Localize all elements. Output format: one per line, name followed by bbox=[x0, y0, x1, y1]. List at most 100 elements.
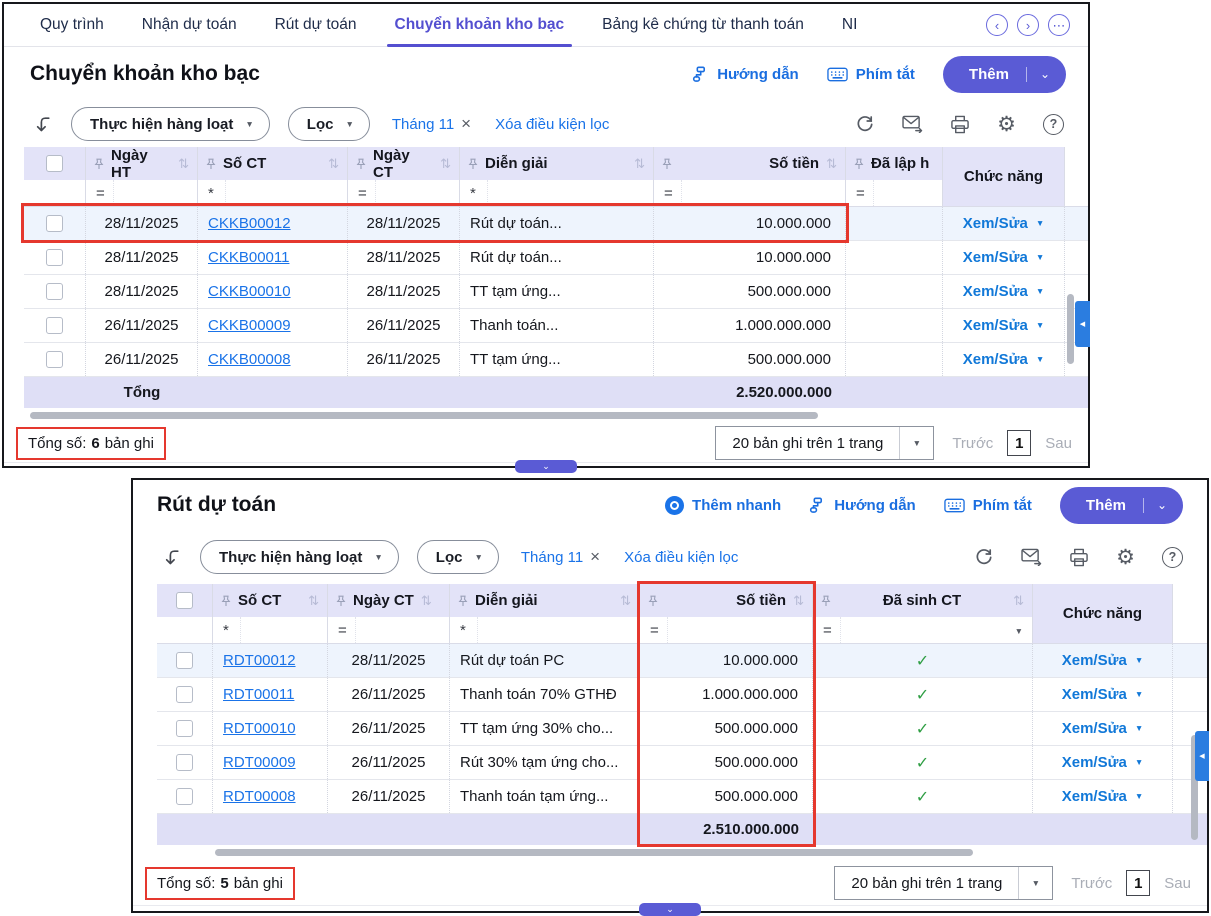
pin-icon[interactable] bbox=[336, 595, 346, 607]
filter-dropdown[interactable]: Lọc ▼ bbox=[288, 107, 370, 141]
filter-operator[interactable]: = bbox=[358, 185, 375, 202]
filter-cell[interactable]: * bbox=[213, 617, 327, 643]
close-icon[interactable]: × bbox=[461, 114, 471, 134]
filter-input[interactable] bbox=[113, 180, 197, 206]
column-header-dien-giai[interactable]: Diễn giải ⇅ bbox=[460, 147, 653, 180]
add-button[interactable]: Thêm ⌄ bbox=[1060, 487, 1183, 524]
view-edit-button[interactable]: Xem/Sửa▼ bbox=[1062, 652, 1143, 669]
filter-operator[interactable]: = bbox=[650, 622, 667, 639]
row-checkbox[interactable] bbox=[176, 788, 193, 805]
filter-cell[interactable]: * bbox=[460, 180, 653, 206]
document-link[interactable]: CKKB00009 bbox=[208, 317, 291, 334]
chevron-down-icon[interactable]: ⌄ bbox=[1157, 499, 1167, 511]
filter-operator[interactable]: = bbox=[823, 622, 840, 639]
current-page[interactable]: 1 bbox=[1007, 430, 1031, 456]
row-checkbox[interactable] bbox=[46, 317, 63, 334]
column-header-da-sinh-ct[interactable]: Đã sinh CT ⇅ bbox=[813, 584, 1032, 617]
document-link[interactable]: RDT00010 bbox=[223, 720, 296, 737]
row-checkbox[interactable] bbox=[46, 351, 63, 368]
filter-input[interactable] bbox=[355, 617, 449, 643]
filter-chip-month[interactable]: Tháng 11 × bbox=[392, 114, 471, 134]
table-row[interactable]: RDT00011 26/11/2025 Thanh toán 70% GTHĐ … bbox=[157, 678, 1207, 712]
filter-operator[interactable]: * bbox=[223, 622, 240, 639]
filter-cell[interactable]: =▼ bbox=[813, 617, 1032, 643]
tab-quy-trinh[interactable]: Quy trình bbox=[40, 4, 104, 46]
document-link[interactable]: CKKB00012 bbox=[208, 215, 291, 232]
filter-cell[interactable]: * bbox=[450, 617, 639, 643]
column-header-ngay-ct[interactable]: Ngày CT ⇅ bbox=[328, 584, 449, 617]
clear-filters-link[interactable]: Xóa điều kiện lọc bbox=[495, 116, 609, 133]
pin-icon[interactable] bbox=[821, 595, 831, 607]
batch-actions-dropdown[interactable]: Thực hiện hàng loạt ▼ bbox=[71, 107, 270, 141]
filter-cell[interactable]: * bbox=[198, 180, 347, 206]
pin-icon[interactable] bbox=[648, 595, 658, 607]
filter-cell[interactable]: = bbox=[86, 180, 197, 206]
page-size-select[interactable]: 20 bản ghi trên 1 trang ▼ bbox=[834, 866, 1053, 900]
tabs-prev-button[interactable]: ‹ bbox=[986, 14, 1008, 36]
tabs-next-button[interactable]: › bbox=[1017, 14, 1039, 36]
gear-icon[interactable]: ⚙ bbox=[997, 114, 1016, 135]
filter-operator[interactable]: * bbox=[208, 185, 225, 202]
horizontal-scrollbar[interactable] bbox=[24, 412, 1088, 424]
filter-cell[interactable]: = bbox=[328, 617, 449, 643]
tab-rut-du-toan[interactable]: Rút dự toán bbox=[275, 4, 357, 46]
refresh-icon[interactable] bbox=[855, 114, 875, 134]
sort-icon[interactable]: ⇅ bbox=[634, 156, 645, 172]
view-edit-button[interactable]: Xem/Sửa▼ bbox=[1062, 754, 1143, 771]
view-edit-button[interactable]: Xem/Sửa▼ bbox=[963, 317, 1044, 334]
table-row[interactable]: 28/11/2025 CKKB00011 28/11/2025 Rút dự t… bbox=[24, 241, 1088, 275]
filter-operator[interactable]: = bbox=[96, 185, 113, 202]
column-header-so-ct[interactable]: Số CT ⇅ bbox=[198, 147, 347, 180]
document-link[interactable]: RDT00012 bbox=[223, 652, 296, 669]
vertical-scrollbar[interactable] bbox=[1067, 294, 1074, 364]
filter-cell[interactable]: = bbox=[654, 180, 845, 206]
sort-icon[interactable]: ⇅ bbox=[793, 593, 804, 609]
filter-operator[interactable]: * bbox=[470, 185, 487, 202]
row-checkbox[interactable] bbox=[176, 720, 193, 737]
column-header-so-tien[interactable]: Số tiền ⇅ bbox=[654, 147, 845, 180]
pin-icon[interactable] bbox=[206, 158, 216, 170]
column-header-ngay-ht[interactable]: Ngày HT ⇅ bbox=[86, 147, 197, 180]
pin-icon[interactable] bbox=[356, 158, 366, 170]
add-button[interactable]: Thêm ⌄ bbox=[943, 56, 1066, 93]
shortcut-link[interactable]: Phím tắt bbox=[944, 497, 1032, 514]
row-checkbox[interactable] bbox=[46, 215, 63, 232]
row-checkbox[interactable] bbox=[46, 249, 63, 266]
filter-input[interactable] bbox=[667, 617, 812, 643]
document-link[interactable]: RDT00008 bbox=[223, 788, 296, 805]
guide-link[interactable]: Hướng dẫn bbox=[692, 66, 799, 83]
document-link[interactable]: RDT00011 bbox=[223, 686, 294, 703]
view-edit-button[interactable]: Xem/Sửa▼ bbox=[1062, 788, 1143, 805]
help-icon[interactable]: ? bbox=[1162, 547, 1183, 568]
prev-page-button[interactable]: Trước bbox=[952, 435, 993, 452]
next-page-button[interactable]: Sau bbox=[1045, 435, 1072, 452]
horizontal-scrollbar[interactable] bbox=[157, 849, 1207, 861]
sort-icon[interactable]: ⇅ bbox=[620, 593, 631, 609]
filter-operator[interactable]: = bbox=[338, 622, 355, 639]
table-row[interactable]: 28/11/2025 CKKB00012 28/11/2025 Rút dự t… bbox=[24, 207, 1088, 241]
pin-icon[interactable] bbox=[662, 158, 672, 170]
filter-operator[interactable]: = bbox=[664, 185, 681, 202]
help-icon[interactable]: ? bbox=[1043, 114, 1064, 135]
pin-icon[interactable] bbox=[94, 158, 104, 170]
table-row[interactable]: RDT00009 26/11/2025 Rút 30% tạm ứng cho.… bbox=[157, 746, 1207, 780]
select-all-checkbox[interactable] bbox=[46, 155, 63, 172]
batch-actions-dropdown[interactable]: Thực hiện hàng loạt ▼ bbox=[200, 540, 399, 574]
tab-bang-ke-chung-tu[interactable]: Bảng kê chứng từ thanh toán bbox=[602, 4, 804, 46]
mail-send-icon[interactable] bbox=[902, 115, 923, 133]
column-header-ngay-ct[interactable]: Ngày CT ⇅ bbox=[348, 147, 459, 180]
shortcut-link[interactable]: Phím tắt bbox=[827, 66, 915, 83]
next-page-button[interactable]: Sau bbox=[1164, 875, 1191, 892]
row-checkbox[interactable] bbox=[176, 686, 193, 703]
filter-input[interactable] bbox=[840, 617, 1006, 643]
sort-icon[interactable]: ⇅ bbox=[826, 156, 837, 172]
filter-input[interactable] bbox=[375, 180, 459, 206]
document-link[interactable]: CKKB00011 bbox=[208, 249, 289, 266]
filter-operator[interactable]: * bbox=[460, 622, 477, 639]
filter-cell[interactable]: = bbox=[348, 180, 459, 206]
filter-input[interactable] bbox=[240, 617, 327, 643]
filter-input[interactable] bbox=[681, 180, 845, 206]
row-checkbox[interactable] bbox=[46, 283, 63, 300]
table-row[interactable]: 26/11/2025 CKKB00009 26/11/2025 Thanh to… bbox=[24, 309, 1088, 343]
expand-down-icon[interactable] bbox=[163, 548, 182, 567]
